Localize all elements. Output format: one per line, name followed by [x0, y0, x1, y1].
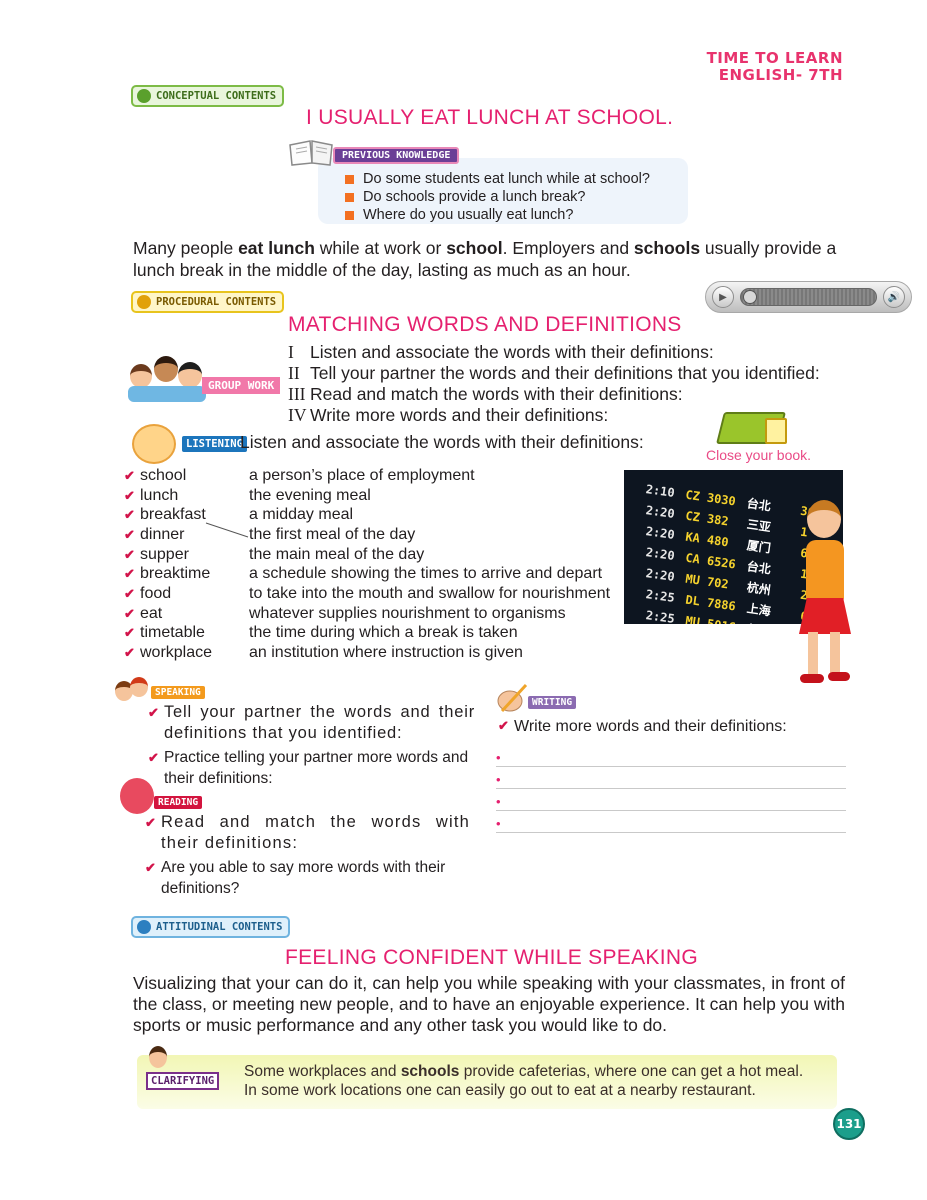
previous-knowledge-item: Where do you usually eat lunch?: [345, 206, 650, 224]
audio-progress-knob[interactable]: [743, 290, 757, 304]
check-icon: ✔: [145, 860, 156, 875]
volume-button[interactable]: 🔊: [883, 286, 905, 308]
word-row: ✔ breakfast a midday meal: [124, 506, 354, 524]
check-icon: ✔: [124, 526, 135, 542]
attitudinal-contents-tag: ATTITUDINAL CONTENTS: [131, 916, 291, 938]
writing-line[interactable]: •: [496, 811, 846, 833]
check-icon: ✔: [124, 605, 135, 621]
word-row: ✔ school a person’s place of employment: [124, 466, 475, 484]
clarifying-text: Some workplaces and schools provide cafe…: [244, 1063, 804, 1099]
reading-item: ✔ Are you able to say more words with the…: [145, 859, 446, 897]
woman-illustration-shoe: [828, 672, 850, 681]
check-icon: ✔: [124, 507, 135, 523]
writing-label: WRITING: [528, 696, 577, 709]
procedural-contents-label: PROCEDURAL CONTENTS: [156, 296, 277, 308]
audio-progress-track[interactable]: [740, 288, 877, 306]
step-item: II Tell your partner the words and their …: [288, 363, 820, 383]
writing-lines: • • • •: [496, 745, 846, 833]
step-item: I Listen and associate the words with the…: [288, 342, 714, 362]
check-icon: ✔: [148, 705, 160, 720]
woman-illustration-body: [806, 540, 844, 602]
confidence-paragraph: Visualizing that your can do it, can hel…: [133, 973, 845, 1035]
speaking-item: ✔ Tell your partner the words and their d…: [148, 703, 475, 742]
listening-label: LISTENING: [182, 436, 247, 452]
word-row: ✔ dinner the first meal of the day: [124, 525, 416, 543]
group-work-illustration: [128, 352, 208, 404]
previous-knowledge-list: Do some students eat lunch while at scho…: [345, 170, 650, 224]
check-icon: ✔: [124, 546, 135, 562]
audio-player: ▶ 🔊: [705, 281, 912, 313]
reading-kid-icon: [120, 778, 154, 814]
series-title-line1: TIME TO LEARN: [706, 49, 843, 67]
reading-items: ✔ Read and match the words with their def…: [145, 812, 470, 899]
check-icon: ✔: [124, 487, 135, 503]
check-icon: ✔: [124, 566, 135, 582]
previous-knowledge-item: Do some students eat lunch while at scho…: [345, 170, 650, 188]
word-row: ✔ lunch the evening meal: [124, 486, 371, 504]
attitudinal-contents-label: ATTITUDINAL CONTENTS: [156, 921, 283, 933]
procedural-contents-tag: PROCEDURAL CONTENTS: [131, 291, 285, 313]
word-row: ✔ eat whatever supplies nourishment to org…: [124, 604, 566, 622]
reading-item: ✔ Read and match the words with their def…: [145, 813, 470, 852]
check-icon: ✔: [124, 585, 135, 601]
book-pages-icon: [765, 418, 787, 444]
speaking-kids-icon: [115, 675, 151, 707]
woman-illustration-leg: [830, 632, 840, 676]
word-row: ✔ timetable the time during which a break …: [124, 624, 518, 642]
confidence-title: FEELING CONFIDENT WHILE SPEAKING: [285, 946, 698, 969]
person-icon: [137, 920, 151, 934]
series-title: TIME TO LEARN ENGLISH- 7TH: [707, 50, 843, 84]
writing-line[interactable]: •: [496, 767, 846, 789]
check-icon: ✔: [498, 718, 509, 733]
open-book-icon: [289, 140, 333, 166]
person-icon: [137, 89, 151, 103]
woman-illustration-leg: [808, 632, 818, 678]
match-connector-line: [205, 522, 249, 538]
square-bullet-icon: [345, 210, 354, 220]
speaking-items: ✔ Tell your partner the words and their d…: [148, 702, 475, 789]
writing-hand-icon: [497, 683, 528, 713]
check-icon: ✔: [124, 645, 135, 661]
writing-line[interactable]: •: [496, 789, 846, 811]
page-number: 131: [833, 1108, 865, 1140]
word-row: ✔ food to take into the mouth and swallow …: [124, 584, 611, 602]
speaking-label: SPEAKING: [151, 686, 205, 699]
word-row: ✔ workplace an institution where instructi…: [124, 644, 523, 662]
word-row: ✔ breaktime a schedule showing the times t…: [124, 565, 603, 583]
check-icon: ✔: [148, 750, 159, 765]
woman-illustration-shoe: [800, 674, 824, 683]
square-bullet-icon: [345, 192, 354, 202]
check-icon: ✔: [124, 625, 135, 641]
woman-illustration-skirt: [799, 598, 851, 634]
listening-face-icon: [132, 424, 176, 464]
close-book-note: Close your book.: [706, 447, 812, 463]
clarifying-kid-icon: [149, 1046, 167, 1068]
step-item: III Read and match the words with their d…: [288, 384, 683, 404]
matching-title: MATCHING WORDS AND DEFINITIONS: [288, 313, 682, 336]
conceptual-contents-label: CONCEPTUAL CONTENTS: [156, 90, 277, 102]
word-definition-list: ✔ school a person’s place of employment ✔ l…: [124, 466, 610, 663]
writing-instruction: ✔ Write more words and their definitions:: [498, 718, 787, 735]
word-row: ✔ supper the main meal of the day: [124, 545, 425, 563]
check-icon: ✔: [145, 815, 158, 830]
previous-knowledge-item: Do schools provide a lunch break?: [345, 188, 650, 206]
group-work-label: GROUP WORK: [202, 377, 281, 394]
conceptual-contents-tag: CONCEPTUAL CONTENTS: [131, 85, 285, 107]
check-icon: ✔: [124, 467, 135, 483]
square-bullet-icon: [345, 174, 354, 184]
previous-knowledge-label: PREVIOUS KNOWLEDGE: [333, 147, 460, 164]
listening-instruction: Listen and associate the words with thei…: [240, 432, 644, 452]
clarifying-label: CLARIFYING: [146, 1072, 220, 1090]
speaking-item: ✔ Practice telling your partner more word…: [148, 749, 469, 787]
person-icon: [137, 295, 151, 309]
play-button[interactable]: ▶: [712, 286, 734, 308]
woman-illustration-head: [807, 500, 841, 538]
intro-paragraph: Many people eat lunch while at work or s…: [133, 238, 837, 280]
series-title-line2: ENGLISH- 7TH: [718, 66, 843, 84]
writing-line[interactable]: •: [496, 745, 846, 767]
reading-label: READING: [154, 796, 203, 809]
lesson-title: I USUALLY EAT LUNCH AT SCHOOL.: [306, 106, 674, 129]
